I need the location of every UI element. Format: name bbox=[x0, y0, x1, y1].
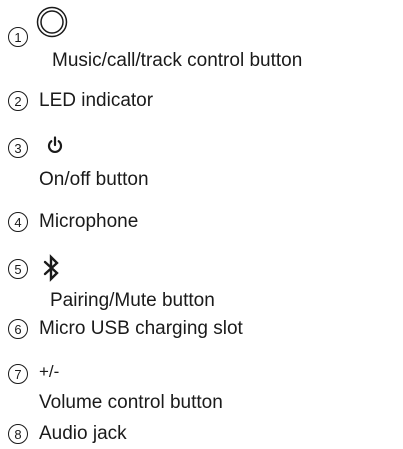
item-label-1: Music/call/track control button bbox=[52, 50, 303, 71]
power-icon bbox=[47, 136, 63, 153]
item-number-8: 8 bbox=[8, 424, 28, 444]
item-label-3: On/off button bbox=[39, 169, 149, 190]
item-number-6: 6 bbox=[8, 319, 28, 339]
item-label-7: Volume control button bbox=[39, 392, 223, 413]
item-label-6: Micro USB charging slot bbox=[39, 318, 243, 339]
item-number-5: 5 bbox=[8, 259, 28, 279]
item-label-8: Audio jack bbox=[39, 423, 127, 444]
item-number-3: 3 bbox=[8, 138, 28, 158]
volume-symbol: +/- bbox=[39, 362, 60, 381]
multifunction-button-icon bbox=[36, 6, 68, 38]
item-number-7: 7 bbox=[8, 364, 28, 384]
item-label-4: Microphone bbox=[39, 211, 139, 232]
item-number-2: 2 bbox=[8, 91, 28, 111]
item-label-2: LED indicator bbox=[39, 90, 154, 111]
item-number-4: 4 bbox=[8, 212, 28, 232]
item-number-1: 1 bbox=[8, 27, 28, 47]
bluetooth-icon bbox=[43, 254, 59, 282]
item-label-5: Pairing/Mute button bbox=[50, 290, 215, 311]
